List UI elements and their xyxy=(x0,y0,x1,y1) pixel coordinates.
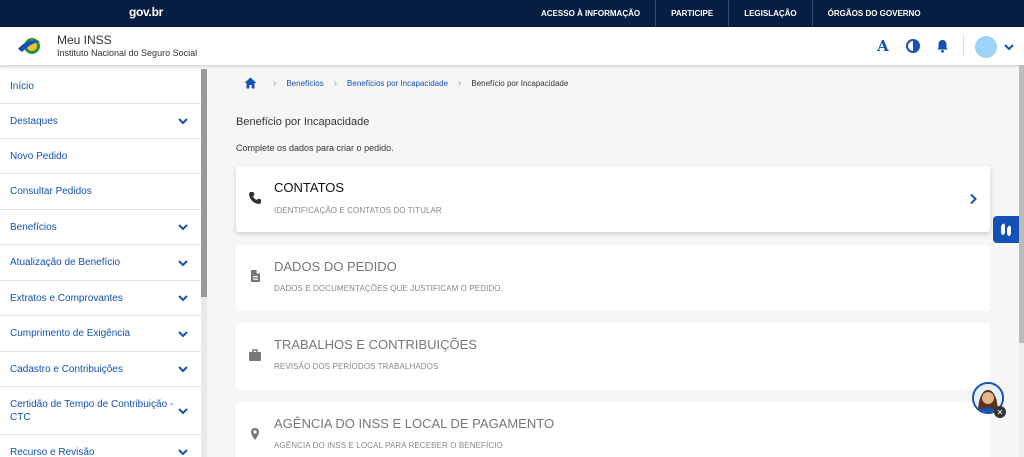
breadcrumb: › Benefícios › Benefícios por Incapacida… xyxy=(244,77,568,89)
gov-link-orgaos[interactable]: ÓRGÃOS DO GOVERNO xyxy=(811,0,936,27)
step-card-dados-pedido: DADOS DO PEDIDO DADOS E DOCUMENTAÇÕES QU… xyxy=(236,245,990,311)
app-subtitle: Instituto Nacional do Seguro Social xyxy=(57,48,198,58)
step-card-title: CONTATOS xyxy=(274,180,345,195)
gov-links: ACESSO À INFORMAÇÃO PARTICIPE LEGISLAÇÃO… xyxy=(526,0,936,27)
briefcase-icon xyxy=(249,349,261,361)
chevron-right-icon: › xyxy=(333,77,338,89)
app-header: Meu INSS Instituto Nacional do Seguro So… xyxy=(0,27,1024,65)
home-icon[interactable] xyxy=(244,77,257,89)
sidebar-item-label: Destaques xyxy=(10,115,58,127)
sidebar-item-cumprimento-exigencia[interactable]: Cumprimento de Exigência xyxy=(0,316,201,352)
main-scrollbar-thumb[interactable] xyxy=(1019,65,1024,343)
breadcrumb-current: Benefício por Incapacidade xyxy=(471,78,569,88)
close-icon[interactable]: ✕ xyxy=(994,406,1006,418)
sidebar-item-destaques[interactable]: Destaques xyxy=(0,104,201,139)
step-card-contatos[interactable]: CONTATOS IDENTIFICAÇÃO E CONTATOS DO TIT… xyxy=(236,166,990,232)
sidebar-item-inicio[interactable]: Início xyxy=(0,69,201,104)
step-card-subtitle: DADOS E DOCUMENTAÇÕES QUE JUSTIFICAM O P… xyxy=(274,284,503,293)
gov-link-participe[interactable]: PARTICIPE xyxy=(655,0,728,27)
chevron-down-icon xyxy=(178,449,188,456)
phone-icon xyxy=(249,192,261,204)
step-card-title: DADOS DO PEDIDO xyxy=(274,259,397,274)
page-description: Complete os dados para criar o pedido. xyxy=(236,143,394,153)
sidebar-item-label: Extratos e Comprovantes xyxy=(10,292,123,304)
inss-logo-icon[interactable] xyxy=(16,35,44,57)
sidebar-item-label: Novo Pedido xyxy=(10,150,68,162)
sidebar-scrollbar-thumb[interactable] xyxy=(201,69,207,297)
sidebar-item-recurso-revisao[interactable]: Recurso e Revisão xyxy=(0,435,201,457)
step-card-subtitle: AGÊNCIA DO INSS E LOCAL PARA RECEBER O B… xyxy=(274,441,503,450)
chevron-down-icon xyxy=(178,259,188,266)
sidebar-item-ctc[interactable]: Certidão de Tempo de Contribuição - CTC xyxy=(0,387,201,435)
sidebar-item-label: Início xyxy=(10,80,34,92)
breadcrumb-link-beneficios[interactable]: Benefícios xyxy=(286,79,323,88)
chevron-down-icon xyxy=(178,407,188,414)
page-title: Benefício por Incapacidade xyxy=(236,116,370,128)
vlibras-hands-icon[interactable] xyxy=(993,216,1019,243)
user-menu-button[interactable] xyxy=(975,35,1015,59)
step-card-agencia-pagamento: AGÊNCIA DO INSS E LOCAL DE PAGAMENTO AGÊ… xyxy=(236,402,990,457)
gov-link-legislacao[interactable]: LEGISLAÇÃO xyxy=(728,0,811,27)
avatar xyxy=(975,36,997,58)
font-size-button[interactable]: A xyxy=(874,37,892,55)
sidebar-item-cadastro-contribuicoes[interactable]: Cadastro e Contribuições xyxy=(0,352,201,387)
header-divider xyxy=(963,35,964,57)
sidebar-item-label: Certidão de Tempo de Contribuição - CTC xyxy=(10,398,174,423)
sidebar-item-novo-pedido[interactable]: Novo Pedido xyxy=(0,139,201,174)
chevron-right-icon: › xyxy=(458,77,462,89)
chevron-down-icon xyxy=(1004,44,1014,51)
gov-link-acesso-informacao[interactable]: ACESSO À INFORMAÇÃO xyxy=(526,0,655,27)
contrast-icon[interactable] xyxy=(904,37,922,55)
step-card-title: AGÊNCIA DO INSS E LOCAL DE PAGAMENTO xyxy=(274,416,555,431)
sidebar-item-extratos[interactable]: Extratos e Comprovantes xyxy=(0,281,201,316)
sidebar-item-label: Atualização de Benefício xyxy=(10,257,121,268)
step-card-subtitle: IDENTIFICAÇÃO E CONTATOS DO TITULAR xyxy=(274,206,442,215)
gov-top-bar: gov.br ACESSO À INFORMAÇÃO PARTICIPE LEG… xyxy=(0,0,1024,27)
sidebar-item-consultar-pedidos[interactable]: Consultar Pedidos xyxy=(0,174,201,210)
chevron-right-icon[interactable] xyxy=(968,193,978,205)
step-card-subtitle: REVISÃO DOS PERÍODOS TRABALHADOS xyxy=(274,362,439,371)
location-pin-icon xyxy=(251,428,259,440)
sidebar-item-atualizacao-beneficio[interactable]: Atualização de Benefício xyxy=(0,245,201,281)
chevron-right-icon: › xyxy=(273,77,277,89)
bell-icon[interactable] xyxy=(933,37,951,55)
sidebar-item-label: Consultar Pedidos xyxy=(10,186,92,197)
breadcrumb-link-beneficios-incapacidade[interactable]: Benefícios por Incapacidade xyxy=(347,79,448,88)
step-card-title: TRABALHOS E CONTRIBUIÇÕES xyxy=(274,337,477,352)
app-title: Meu INSS xyxy=(57,33,112,47)
step-card-trabalhos-contribuicoes: TRABALHOS E CONTRIBUIÇÕES REVISÃO DOS PE… xyxy=(236,323,990,390)
sidebar-item-label: Recurso e Revisão xyxy=(10,446,95,457)
chevron-down-icon xyxy=(178,330,188,337)
chevron-down-icon xyxy=(178,118,188,125)
govbr-logo[interactable]: gov.br xyxy=(129,5,163,19)
sidebar-item-label: Benefícios xyxy=(10,221,57,233)
sidebar-item-label: Cadastro e Contribuições xyxy=(10,363,123,375)
chevron-down-icon xyxy=(178,366,188,373)
chevron-down-icon xyxy=(178,295,188,302)
sidebar-item-beneficios[interactable]: Benefícios xyxy=(0,210,201,245)
sidebar-menu: Início Destaques Novo Pedido Consultar P… xyxy=(0,69,201,457)
chevron-down-icon xyxy=(178,224,188,231)
sidebar-item-label: Cumprimento de Exigência xyxy=(10,328,131,339)
document-icon xyxy=(251,270,260,282)
